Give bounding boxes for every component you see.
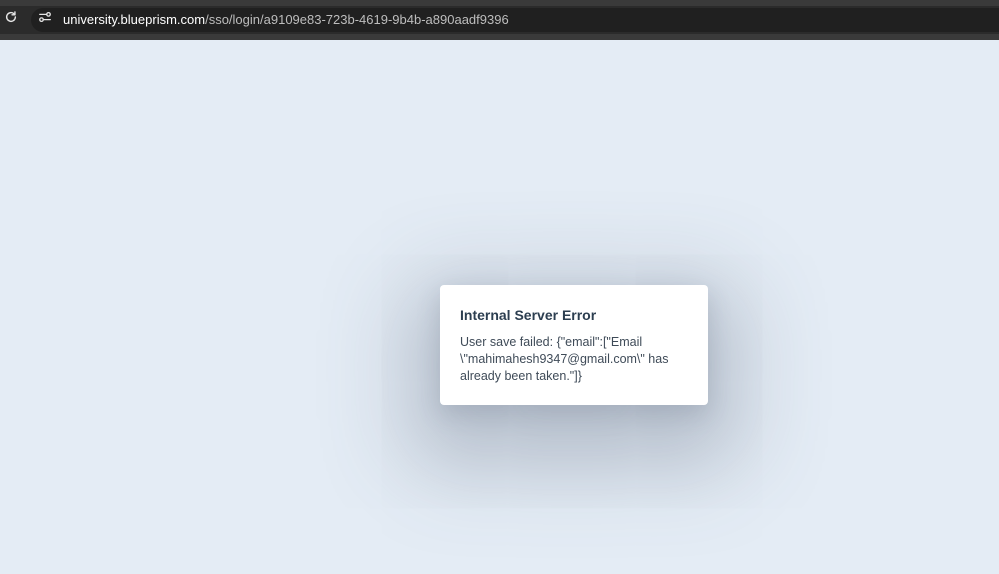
error-dialog: Internal Server Error User save failed: … (440, 285, 708, 405)
error-title: Internal Server Error (460, 307, 597, 323)
url-host: university.blueprism.com (63, 12, 206, 27)
reload-icon[interactable] (2, 8, 20, 26)
address-bar-url[interactable]: university.blueprism.com/sso/login/a9109… (63, 12, 509, 28)
site-info-icon[interactable] (36, 8, 54, 26)
error-message: User save failed: {"email":["Email \"mah… (460, 335, 669, 383)
url-path: /sso/login/a9109e83-723b-4619-9b4b-a890a… (205, 12, 509, 27)
